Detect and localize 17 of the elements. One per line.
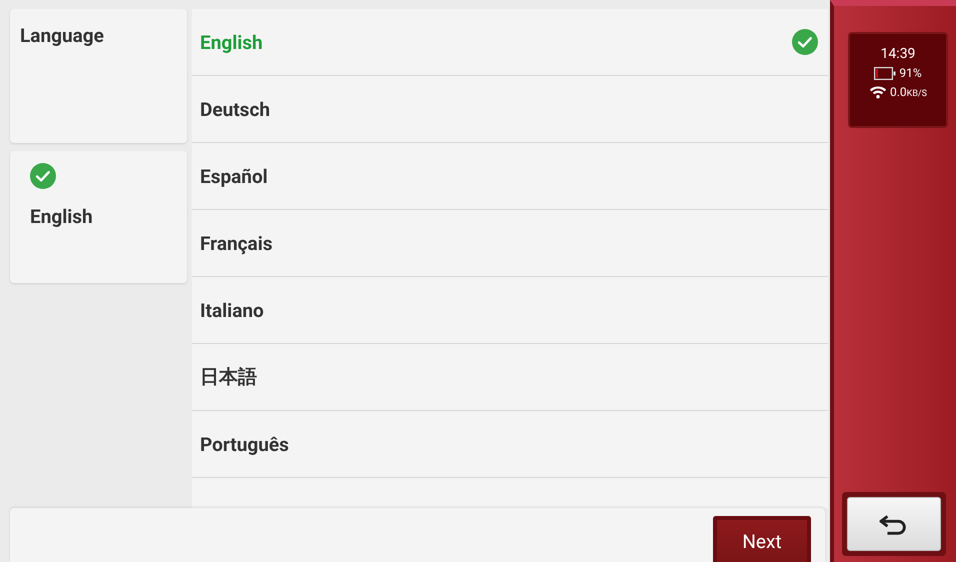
- language-item[interactable]: Français: [192, 210, 828, 277]
- language-item[interactable]: 日本語: [192, 344, 828, 411]
- language-item[interactable]: Español: [192, 143, 828, 210]
- back-button[interactable]: [847, 497, 941, 551]
- language-item[interactable]: Italiano: [192, 277, 828, 344]
- clock: 14:39: [880, 46, 916, 62]
- check-icon: [30, 163, 56, 189]
- check-icon: [792, 29, 818, 55]
- battery-level: 91%: [899, 66, 922, 80]
- current-language: English: [30, 205, 93, 228]
- next-button[interactable]: Next: [713, 516, 811, 562]
- battery-icon: [874, 66, 896, 80]
- wifi-icon: [869, 84, 888, 99]
- language-item[interactable]: Português: [192, 411, 828, 478]
- language-item[interactable]: Deutsch: [192, 76, 828, 143]
- network-speed: 0.0KB/S: [890, 84, 927, 98]
- section-title: Language: [20, 24, 104, 47]
